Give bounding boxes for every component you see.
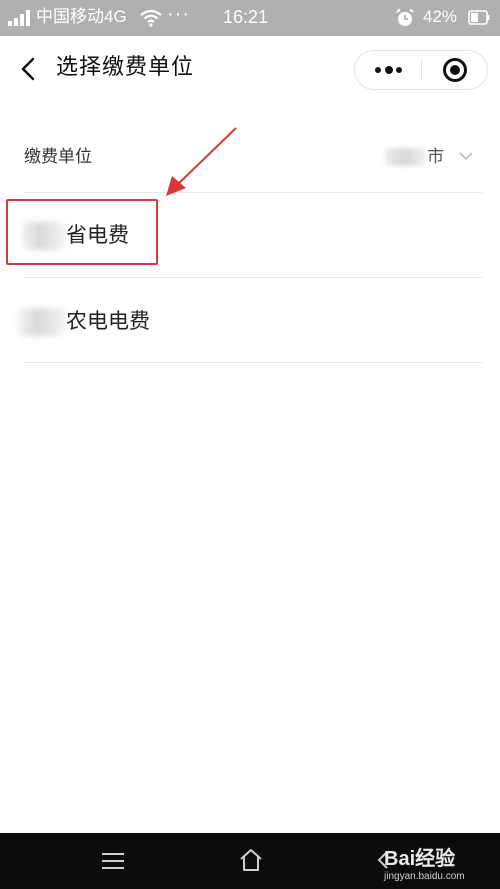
payment-unit-selector[interactable]: 缴费单位 市 <box>24 126 482 192</box>
divider <box>24 362 482 363</box>
back-icon[interactable] <box>14 54 42 84</box>
watermark-url: jingyan.baidu.com <box>384 871 465 882</box>
home-icon[interactable] <box>238 848 264 872</box>
battery-icon <box>468 10 490 25</box>
list-item-label: 农电电费 <box>66 309 150 333</box>
signal-icon <box>8 10 32 26</box>
more-dots-icon[interactable] <box>355 51 421 89</box>
mini-program-capsule <box>354 50 488 90</box>
payment-unit-value: 市 <box>385 145 444 169</box>
payment-unit-label: 缴费单位 <box>24 147 92 167</box>
divider <box>24 192 482 193</box>
carrier-label: 中国移动4G <box>36 7 127 26</box>
close-circle-icon[interactable] <box>422 51 488 89</box>
watermark-logo: Bai经验 <box>384 848 456 870</box>
alarm-icon <box>396 8 414 26</box>
menu-icon[interactable] <box>102 852 124 870</box>
list-item-rural-electricity[interactable]: 农电电费 <box>14 282 482 362</box>
chevron-down-icon <box>459 152 473 161</box>
clock: 16:21 <box>223 7 269 27</box>
status-bar: 中国移动4G ··· 16:21 42% <box>0 0 500 36</box>
wifi-icon <box>140 9 162 27</box>
notification-dots: ··· <box>167 3 190 25</box>
annotation-arrow-icon <box>166 127 237 196</box>
payment-unit-value-text: 市 <box>427 147 444 167</box>
page-title: 选择缴费单位 <box>56 55 195 80</box>
redacted-region <box>18 308 66 336</box>
battery-percent: 42% <box>423 7 458 26</box>
divider <box>24 277 482 278</box>
nav-bar: 选择缴费单位 <box>0 36 500 102</box>
annotation-highlight-box <box>6 199 158 265</box>
redacted-region <box>385 148 425 166</box>
system-nav-bar: Bai经验 jingyan.baidu.com <box>0 833 500 889</box>
